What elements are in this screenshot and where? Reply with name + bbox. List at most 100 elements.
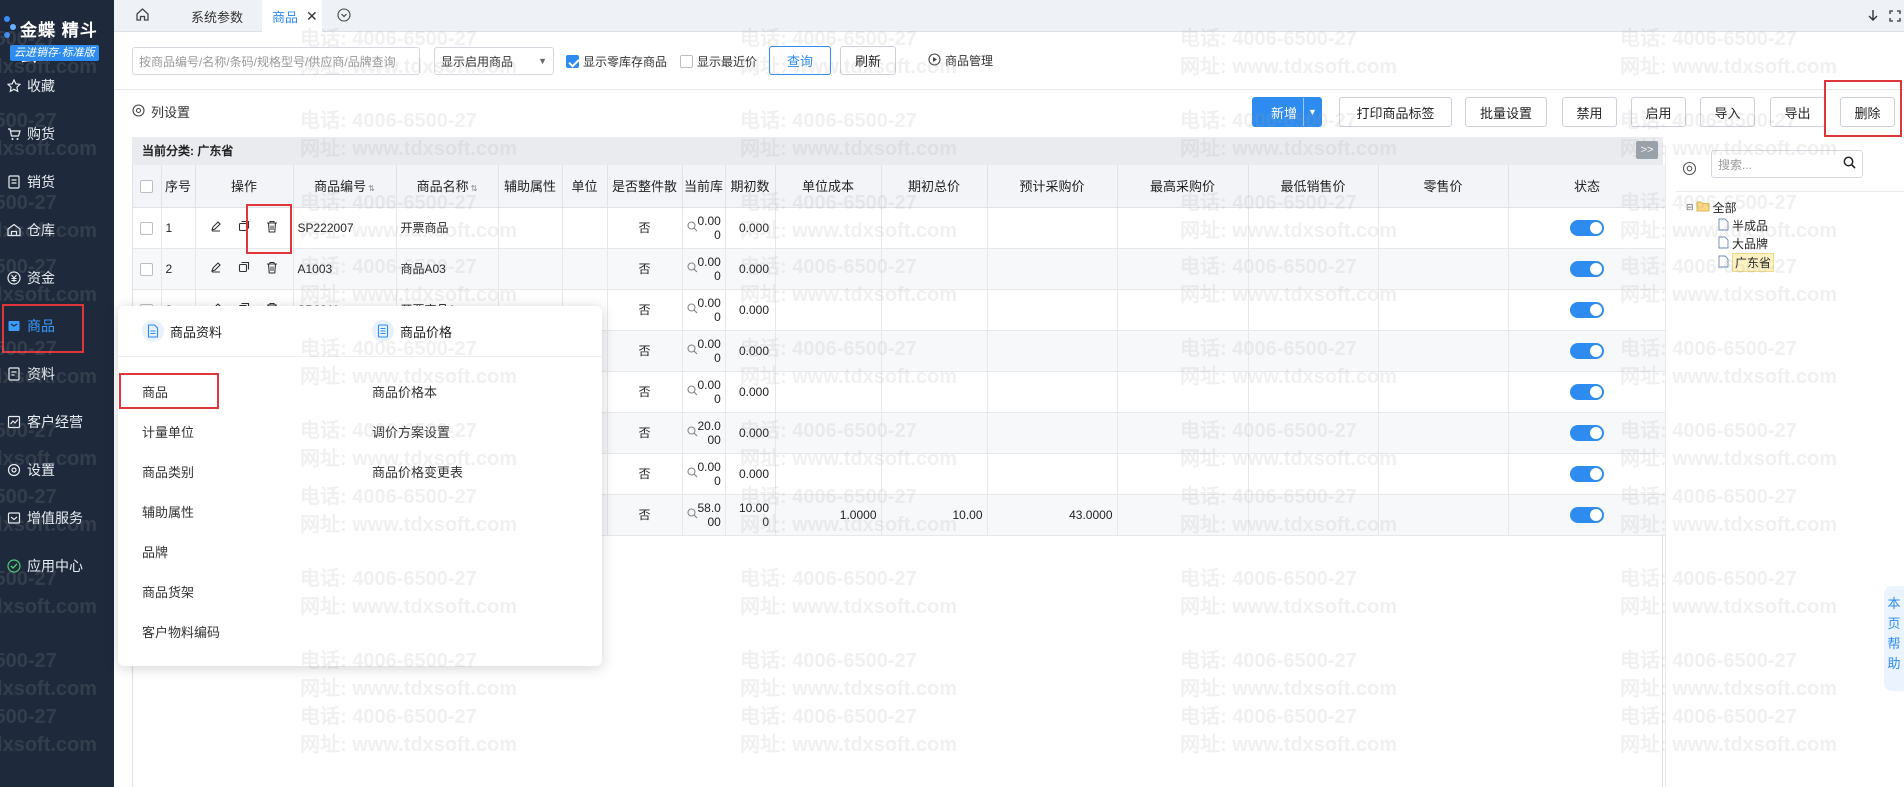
cell-status[interactable] (1508, 207, 1667, 249)
lookup-icon[interactable] (686, 466, 698, 481)
copy-icon[interactable] (238, 220, 250, 235)
page-help-tab[interactable]: 本页帮助 (1884, 586, 1904, 691)
cell-stock[interactable]: 0.00 0 (682, 453, 726, 495)
show-zero-stock-checkbox[interactable]: 显示零库存商品 (566, 53, 667, 70)
menu-item-aux-attr[interactable]: 辅助属性 (142, 502, 194, 521)
row-checkbox[interactable] (140, 262, 154, 276)
tree-settings-icon[interactable] (1682, 161, 1697, 179)
select-all-header[interactable] (133, 165, 162, 208)
status-toggle[interactable] (1570, 383, 1604, 400)
cell-stock[interactable]: 20.0 00 (682, 412, 726, 454)
lookup-icon[interactable] (686, 384, 698, 399)
menu-item-price-adjust-plan[interactable]: 调价方案设置 (372, 422, 450, 441)
status-toggle[interactable] (1570, 342, 1604, 359)
disable-button[interactable]: 禁用 (1562, 97, 1617, 127)
cell-stock[interactable]: 0.00 0 (682, 207, 726, 249)
sidebar-item-data[interactable]: 资料 (0, 354, 114, 394)
cell-status[interactable] (1508, 330, 1667, 372)
select-all-checkbox[interactable] (140, 180, 154, 194)
tree-node-big-brand[interactable]: 大品牌 (1718, 235, 1768, 252)
sidebar-item-customer[interactable]: 客户经营 (0, 402, 114, 442)
tab-system-params[interactable]: 系统参数 (174, 0, 260, 32)
sidebar-item-app-center[interactable]: 应用中心 (0, 546, 114, 586)
cell-stock[interactable]: 58.0 00 (682, 494, 726, 536)
sidebar-item-warehouse[interactable]: 仓库 (0, 210, 114, 250)
status-toggle[interactable] (1570, 506, 1604, 523)
trash-icon[interactable] (266, 261, 278, 277)
show-recent-price-checkbox[interactable]: 显示最近价 (680, 53, 757, 70)
lookup-icon[interactable] (686, 302, 698, 317)
menu-item-unit[interactable]: 计量单位 (142, 422, 194, 441)
cell-status[interactable] (1508, 412, 1667, 454)
status-toggle[interactable] (1570, 465, 1604, 482)
cell-status[interactable] (1508, 371, 1667, 413)
tab-goods[interactable]: 商品 ✕ (262, 0, 322, 32)
sidebar-item-goods[interactable]: 商品 (0, 306, 114, 346)
lookup-icon[interactable] (686, 261, 698, 276)
menu-item-price-book[interactable]: 商品价格本 (372, 382, 437, 401)
search-icon[interactable] (1843, 156, 1856, 172)
column-settings-link[interactable]: 列设置 (132, 102, 190, 121)
sidebar-item-settings[interactable]: 设置 (0, 450, 114, 490)
trash-icon[interactable] (266, 220, 278, 236)
row-select-cell[interactable] (133, 207, 162, 249)
table-row[interactable]: 1 SP222007 开票商品 否 0.00 0 0.000 (133, 207, 1707, 249)
delete-button[interactable]: 删除 (1840, 97, 1895, 127)
status-toggle[interactable] (1570, 301, 1604, 318)
query-button[interactable]: 查询 (769, 46, 831, 75)
goods-status-select[interactable]: 显示启用商品 ▼ (434, 47, 554, 75)
add-button[interactable]: 新增 ▼ (1252, 97, 1322, 127)
export-button[interactable]: 导出 (1770, 97, 1825, 127)
cell-stock[interactable]: 0.00 0 (682, 330, 726, 372)
sidebar-item-purchase[interactable]: 购货 (0, 114, 114, 154)
search-input[interactable]: 按商品编号/名称/条码/规格型号/供应商/品牌查询 (132, 47, 420, 75)
expand-tree-toggle[interactable]: >> (1636, 141, 1658, 159)
sidebar-item-funds[interactable]: 资金 (0, 258, 114, 298)
print-labels-button[interactable]: 打印商品标签 (1339, 97, 1452, 127)
cell-status[interactable] (1508, 248, 1667, 290)
batch-settings-button[interactable]: 批量设置 (1465, 97, 1547, 127)
refresh-button[interactable]: 刷新 (840, 46, 896, 75)
lookup-icon[interactable] (686, 507, 698, 522)
menu-item-brand[interactable]: 品牌 (142, 542, 168, 561)
close-tab-icon[interactable]: ✕ (306, 8, 318, 25)
cell-stock[interactable]: 0.00 0 (682, 248, 726, 290)
cell-status[interactable] (1508, 289, 1667, 331)
tree-node-root[interactable]: ⊟ 全部 (1686, 199, 1737, 216)
status-toggle[interactable] (1570, 260, 1604, 277)
row-select-cell[interactable] (133, 248, 162, 290)
edit-icon[interactable] (210, 261, 222, 276)
tree-node-guangdong[interactable]: 广东省 (1718, 253, 1775, 272)
lookup-icon[interactable] (686, 425, 698, 440)
collapse-icon[interactable]: ⊟ (1686, 202, 1694, 213)
fullscreen-icon[interactable] (1888, 0, 1902, 32)
sidebar-item-value-added[interactable]: 增值服务 (0, 498, 114, 538)
cell-status[interactable] (1508, 494, 1667, 536)
sort-icon[interactable]: ⇅ (368, 184, 375, 193)
goods-manage-link[interactable]: 商品管理 (928, 52, 993, 69)
status-toggle[interactable] (1570, 219, 1604, 236)
copy-icon[interactable] (238, 261, 250, 276)
menu-item-shelf[interactable]: 商品货架 (142, 582, 194, 601)
cell-stock[interactable]: 0.00 0 (682, 289, 726, 331)
menu-item-category[interactable]: 商品类别 (142, 462, 194, 481)
lookup-icon[interactable] (686, 220, 698, 235)
menu-item-customer-material-code[interactable]: 客户物料编码 (142, 622, 220, 641)
enable-button[interactable]: 启用 (1631, 97, 1686, 127)
col-code[interactable]: 商品编号 ⇅ (293, 165, 397, 208)
menu-item-goods[interactable]: 商品 (142, 382, 168, 401)
home-tab[interactable] (128, 0, 156, 32)
cell-stock[interactable]: 0.00 0 (682, 371, 726, 413)
edit-icon[interactable] (210, 220, 222, 235)
sidebar-item-sales[interactable]: 销货 (0, 162, 114, 202)
status-toggle[interactable] (1570, 424, 1604, 441)
cell-status[interactable] (1508, 453, 1667, 495)
tree-search-input[interactable]: 搜索... (1711, 150, 1863, 178)
import-button[interactable]: 导入 (1700, 97, 1755, 127)
tab-menu-dropdown[interactable] (334, 0, 354, 32)
lookup-icon[interactable] (686, 343, 698, 358)
menu-item-price-change-log[interactable]: 商品价格变更表 (372, 462, 463, 481)
download-icon[interactable] (1866, 0, 1880, 32)
col-name[interactable]: 商品名称 ⇅ (396, 165, 499, 208)
sort-icon[interactable]: ⇅ (471, 184, 478, 193)
